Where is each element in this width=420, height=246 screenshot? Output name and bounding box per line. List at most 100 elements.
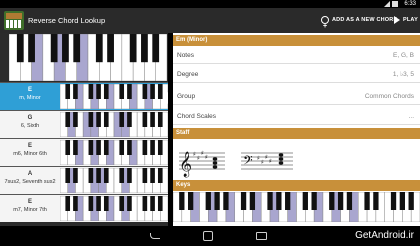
chord-mini-keyboard — [59, 111, 169, 138]
black-key — [399, 192, 406, 210]
input-keyboard-svg[interactable] — [8, 33, 168, 82]
black-key — [150, 140, 155, 155]
black-key — [28, 34, 35, 63]
chord-list-item[interactable]: Em, Minor — [0, 82, 169, 110]
black-key — [103, 196, 109, 211]
keys-header: Keys — [173, 180, 420, 191]
black-key — [16, 34, 24, 63]
chord-list-item[interactable]: Em7, Minor 7th — [0, 194, 169, 222]
chord-label: Em6, Minor 6th — [0, 139, 60, 166]
play-icon — [394, 15, 400, 24]
black-key — [127, 84, 132, 99]
black-key — [88, 112, 94, 127]
input-keyboard[interactable] — [8, 33, 168, 82]
battery-icon — [392, 1, 398, 7]
bass-clef-icon: 𝄢 — [243, 153, 253, 171]
black-key — [329, 192, 335, 210]
black-key — [88, 196, 94, 211]
black-key — [240, 192, 247, 210]
chord-list-item[interactable]: A 7sus2, Seventh sus2 — [0, 166, 169, 194]
home-icon[interactable] — [203, 231, 213, 241]
black-key — [88, 168, 94, 183]
black-key — [119, 168, 125, 183]
black-key — [73, 112, 78, 127]
chord-label: A 7sus2, Seventh sus2 — [0, 167, 60, 194]
play-button[interactable]: PLAY — [394, 8, 418, 33]
chord-name: m7, Minor 7th — [13, 207, 47, 213]
wood-board-icon — [6, 13, 22, 19]
black-key — [157, 84, 163, 99]
black-key — [157, 196, 163, 211]
back-icon[interactable] — [150, 233, 160, 239]
prop-value: ... — [408, 113, 414, 120]
chord-root: E — [27, 199, 32, 205]
black-key — [103, 84, 109, 99]
black-key — [88, 84, 94, 99]
black-key — [127, 112, 132, 127]
black-key — [65, 140, 71, 155]
chord-keys-keyboard[interactable] — [172, 191, 420, 223]
black-key — [96, 196, 101, 211]
black-key — [65, 168, 71, 183]
black-key — [157, 168, 163, 183]
black-key — [96, 140, 101, 155]
prop-value: E, G, B — [393, 52, 414, 59]
status-time: 6:33 — [404, 1, 416, 7]
navigation-bar: GetAndroid.ir — [0, 226, 420, 246]
chord-list-item[interactable]: Em6, Minor 6th — [0, 138, 169, 166]
black-key — [150, 112, 155, 127]
black-key — [73, 140, 78, 155]
black-key — [364, 192, 370, 210]
action-bar: Reverse Chord Lookup ADD AS A NEW CHORD … — [0, 8, 420, 39]
chord-name: m6, Minor 6th — [13, 151, 47, 157]
black-key — [142, 84, 148, 99]
app-icon[interactable] — [4, 11, 24, 30]
black-key — [373, 192, 379, 210]
black-key — [65, 196, 71, 211]
chord-keys-svg[interactable] — [172, 191, 420, 223]
add-as-new-chord-button[interactable]: ADD AS A NEW CHORD — [321, 8, 398, 39]
chord-list-item[interactable]: G 6, Sixth — [0, 110, 169, 138]
chord-root: G — [27, 115, 33, 121]
black-key — [119, 140, 125, 155]
svg-text:♯: ♯ — [257, 155, 260, 162]
black-key — [88, 140, 94, 155]
black-key — [142, 112, 148, 127]
svg-text:♯: ♯ — [197, 155, 200, 162]
black-key — [127, 140, 132, 155]
black-key — [65, 112, 71, 127]
black-key — [129, 34, 137, 63]
watermark: GetAndroid.ir — [355, 230, 414, 241]
black-key — [408, 192, 414, 210]
black-key — [142, 168, 148, 183]
chord-root: E — [27, 87, 32, 93]
chord-mini-keyboard — [59, 83, 169, 110]
black-key — [142, 140, 148, 155]
black-key — [214, 192, 220, 210]
black-key — [73, 84, 78, 99]
add-as-new-chord-label: ADD AS A NEW CHORD — [332, 17, 398, 23]
recent-apps-icon[interactable] — [256, 232, 267, 240]
black-key — [179, 192, 185, 210]
black-key — [157, 140, 163, 155]
prop-key: Chord Scales — [177, 113, 217, 120]
prop-value: Common Chords — [364, 93, 414, 100]
black-key — [157, 112, 163, 127]
chord-detail-header: Em (Minor) — [173, 35, 420, 46]
black-key — [142, 196, 148, 211]
black-key — [96, 112, 101, 127]
black-key — [103, 140, 109, 155]
black-key — [285, 192, 291, 210]
prop-row-chord-scales[interactable]: Chord Scales ... — [173, 108, 420, 125]
staff-svg: 𝄞 𝄢 ♯♯♯♯ ♯♯♯♯ — [179, 150, 293, 177]
black-key — [150, 196, 155, 211]
black-key — [107, 34, 114, 63]
chord-mini-keyboard — [59, 195, 169, 222]
staff-notation: 𝄞 𝄢 ♯ ♯ ♯ ♯ ♯ ♯ ♯ ♯ — [173, 141, 420, 181]
black-key — [73, 196, 78, 211]
svg-text:♯: ♯ — [201, 150, 204, 157]
black-key — [103, 112, 109, 127]
chord-name: m, Minor — [19, 95, 41, 101]
black-key — [119, 84, 125, 99]
prop-key: Degree — [177, 71, 199, 78]
